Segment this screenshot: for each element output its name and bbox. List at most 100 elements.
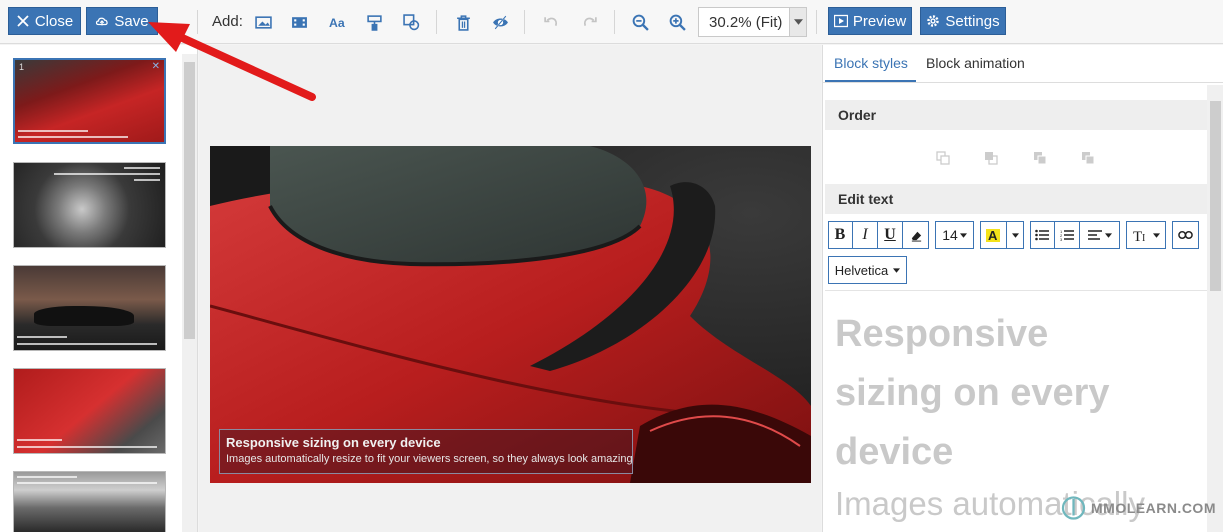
caption-line	[134, 179, 160, 181]
preview-heading-line-3: device	[835, 431, 954, 473]
properties-scrollbar[interactable]	[1207, 85, 1223, 532]
toolbar: Close Save Add: Aa 30.2% (Fit) Preview S…	[0, 0, 1223, 44]
tabs-divider	[823, 82, 1223, 83]
image-icon[interactable]	[253, 12, 273, 32]
style-button-group: B I U	[828, 221, 929, 249]
caption-line	[17, 439, 62, 441]
slide-thumbnail[interactable]	[13, 471, 166, 532]
watermark: MMOLEARN.COM	[1060, 488, 1216, 528]
toolbar-divider	[197, 10, 198, 34]
chevron-down-icon	[1152, 232, 1160, 238]
caption-line	[17, 336, 67, 338]
slider-editor: Close Save Add: Aa 30.2% (Fit) Preview S…	[0, 0, 1223, 532]
eraser-icon[interactable]	[903, 221, 929, 249]
caption-line	[17, 446, 157, 448]
align-select[interactable]	[1080, 221, 1120, 249]
slide-thumbnail[interactable]	[13, 265, 166, 351]
tab-block-styles[interactable]: Block styles	[834, 55, 908, 71]
undo-icon[interactable]	[541, 12, 561, 32]
shapes-icon[interactable]	[401, 12, 421, 32]
preview-heading-line-2: sizing on every	[835, 372, 1110, 414]
settings-button-label: Settings	[945, 12, 1000, 30]
car-shape	[34, 306, 134, 326]
text-color-icon[interactable]: A	[980, 221, 1007, 249]
toolbar-divider	[524, 10, 525, 34]
play-icon	[833, 14, 848, 28]
font-size-value: 14	[942, 227, 958, 243]
italic-icon[interactable]: I	[853, 221, 878, 249]
chevron-down-icon	[959, 232, 967, 238]
send-backward-icon[interactable]	[1033, 151, 1047, 165]
list-align-group: 123	[1030, 221, 1120, 249]
zoom-select[interactable]: 30.2% (Fit)	[698, 7, 807, 37]
caption-block[interactable]: Responsive sizing on every device Images…	[219, 429, 633, 474]
thumbnails-scrollbar[interactable]	[182, 54, 197, 532]
watermark-logo-icon	[1061, 496, 1086, 520]
caption-line	[54, 173, 160, 175]
close-icon	[17, 15, 29, 27]
zoom-out-icon[interactable]	[630, 12, 650, 32]
bullet-list-icon[interactable]	[1030, 221, 1055, 249]
bring-forward-icon[interactable]	[984, 151, 998, 165]
tab-block-animation[interactable]: Block animation	[926, 55, 1025, 71]
svg-text:T: T	[1133, 229, 1142, 242]
preview-button[interactable]: Preview	[828, 7, 912, 35]
slide-preview[interactable]: Responsive sizing on every device Images…	[210, 146, 811, 483]
divider	[825, 290, 1207, 291]
hide-icon[interactable]	[490, 12, 510, 32]
paint-icon[interactable]	[364, 12, 384, 32]
link-button[interactable]	[1172, 221, 1199, 249]
save-button[interactable]: Save	[86, 7, 158, 35]
align-left-icon	[1088, 230, 1102, 240]
caption-body: Images automatically resize to fit your …	[226, 453, 633, 465]
scrollbar-handle[interactable]	[184, 62, 195, 339]
svg-text:A: A	[988, 228, 998, 243]
redo-icon[interactable]	[579, 12, 599, 32]
scrollbar-handle[interactable]	[1210, 101, 1221, 291]
trash-icon[interactable]	[453, 12, 473, 32]
gear-icon	[927, 15, 940, 27]
close-button[interactable]: Close	[8, 7, 81, 35]
caption-line	[17, 476, 77, 478]
slide-thumbnail[interactable]: 1 ✕	[13, 58, 166, 144]
bring-to-front-icon[interactable]	[936, 151, 950, 165]
caption-line	[18, 130, 88, 132]
svg-text:Aa: Aa	[329, 16, 345, 30]
svg-text:I: I	[1142, 233, 1145, 242]
text-color-group: A	[980, 221, 1024, 249]
preview-heading-line-1: Responsive	[835, 313, 1049, 355]
caption-line	[17, 482, 157, 484]
numbered-list-icon[interactable]: 123	[1055, 221, 1080, 249]
toolbar-divider	[816, 10, 817, 34]
send-to-back-icon[interactable]	[1081, 151, 1095, 165]
video-icon[interactable]	[289, 12, 309, 32]
close-button-label: Close	[34, 12, 74, 30]
add-label: Add:	[212, 13, 243, 30]
cloud-upload-icon	[96, 17, 109, 26]
font-size-select[interactable]: 14	[935, 221, 974, 249]
slide-thumbnail[interactable]	[13, 162, 166, 248]
settings-button[interactable]: Settings	[920, 7, 1006, 35]
close-icon[interactable]: ✕	[152, 61, 160, 72]
caption-line	[124, 167, 160, 169]
toolbar-divider	[436, 10, 437, 34]
zoom-in-icon[interactable]	[667, 12, 687, 32]
underline-icon[interactable]: U	[878, 221, 903, 249]
chevron-down-icon	[1105, 232, 1112, 238]
slide-thumbnail[interactable]	[13, 368, 166, 454]
text-size-select[interactable]: TI	[1126, 221, 1166, 249]
properties-panel: Block styles Block animation Order Edit …	[822, 45, 1223, 532]
font-family-select[interactable]: Helvetica	[828, 256, 907, 284]
save-button-label: Save	[114, 12, 149, 30]
chevron-down-icon	[893, 267, 901, 273]
chevron-down-icon[interactable]	[789, 8, 806, 36]
order-heading: Order	[825, 100, 1207, 130]
svg-text:3: 3	[1060, 237, 1063, 241]
toolbar-divider	[614, 10, 615, 34]
editor-canvas: Responsive sizing on every device Images…	[199, 45, 821, 532]
bold-icon[interactable]: B	[828, 221, 853, 249]
zoom-value: 30.2% (Fit)	[709, 13, 783, 31]
text-size-icon: TI	[1133, 229, 1145, 242]
chevron-down-icon[interactable]	[1007, 221, 1024, 249]
text-icon[interactable]: Aa	[327, 12, 347, 32]
